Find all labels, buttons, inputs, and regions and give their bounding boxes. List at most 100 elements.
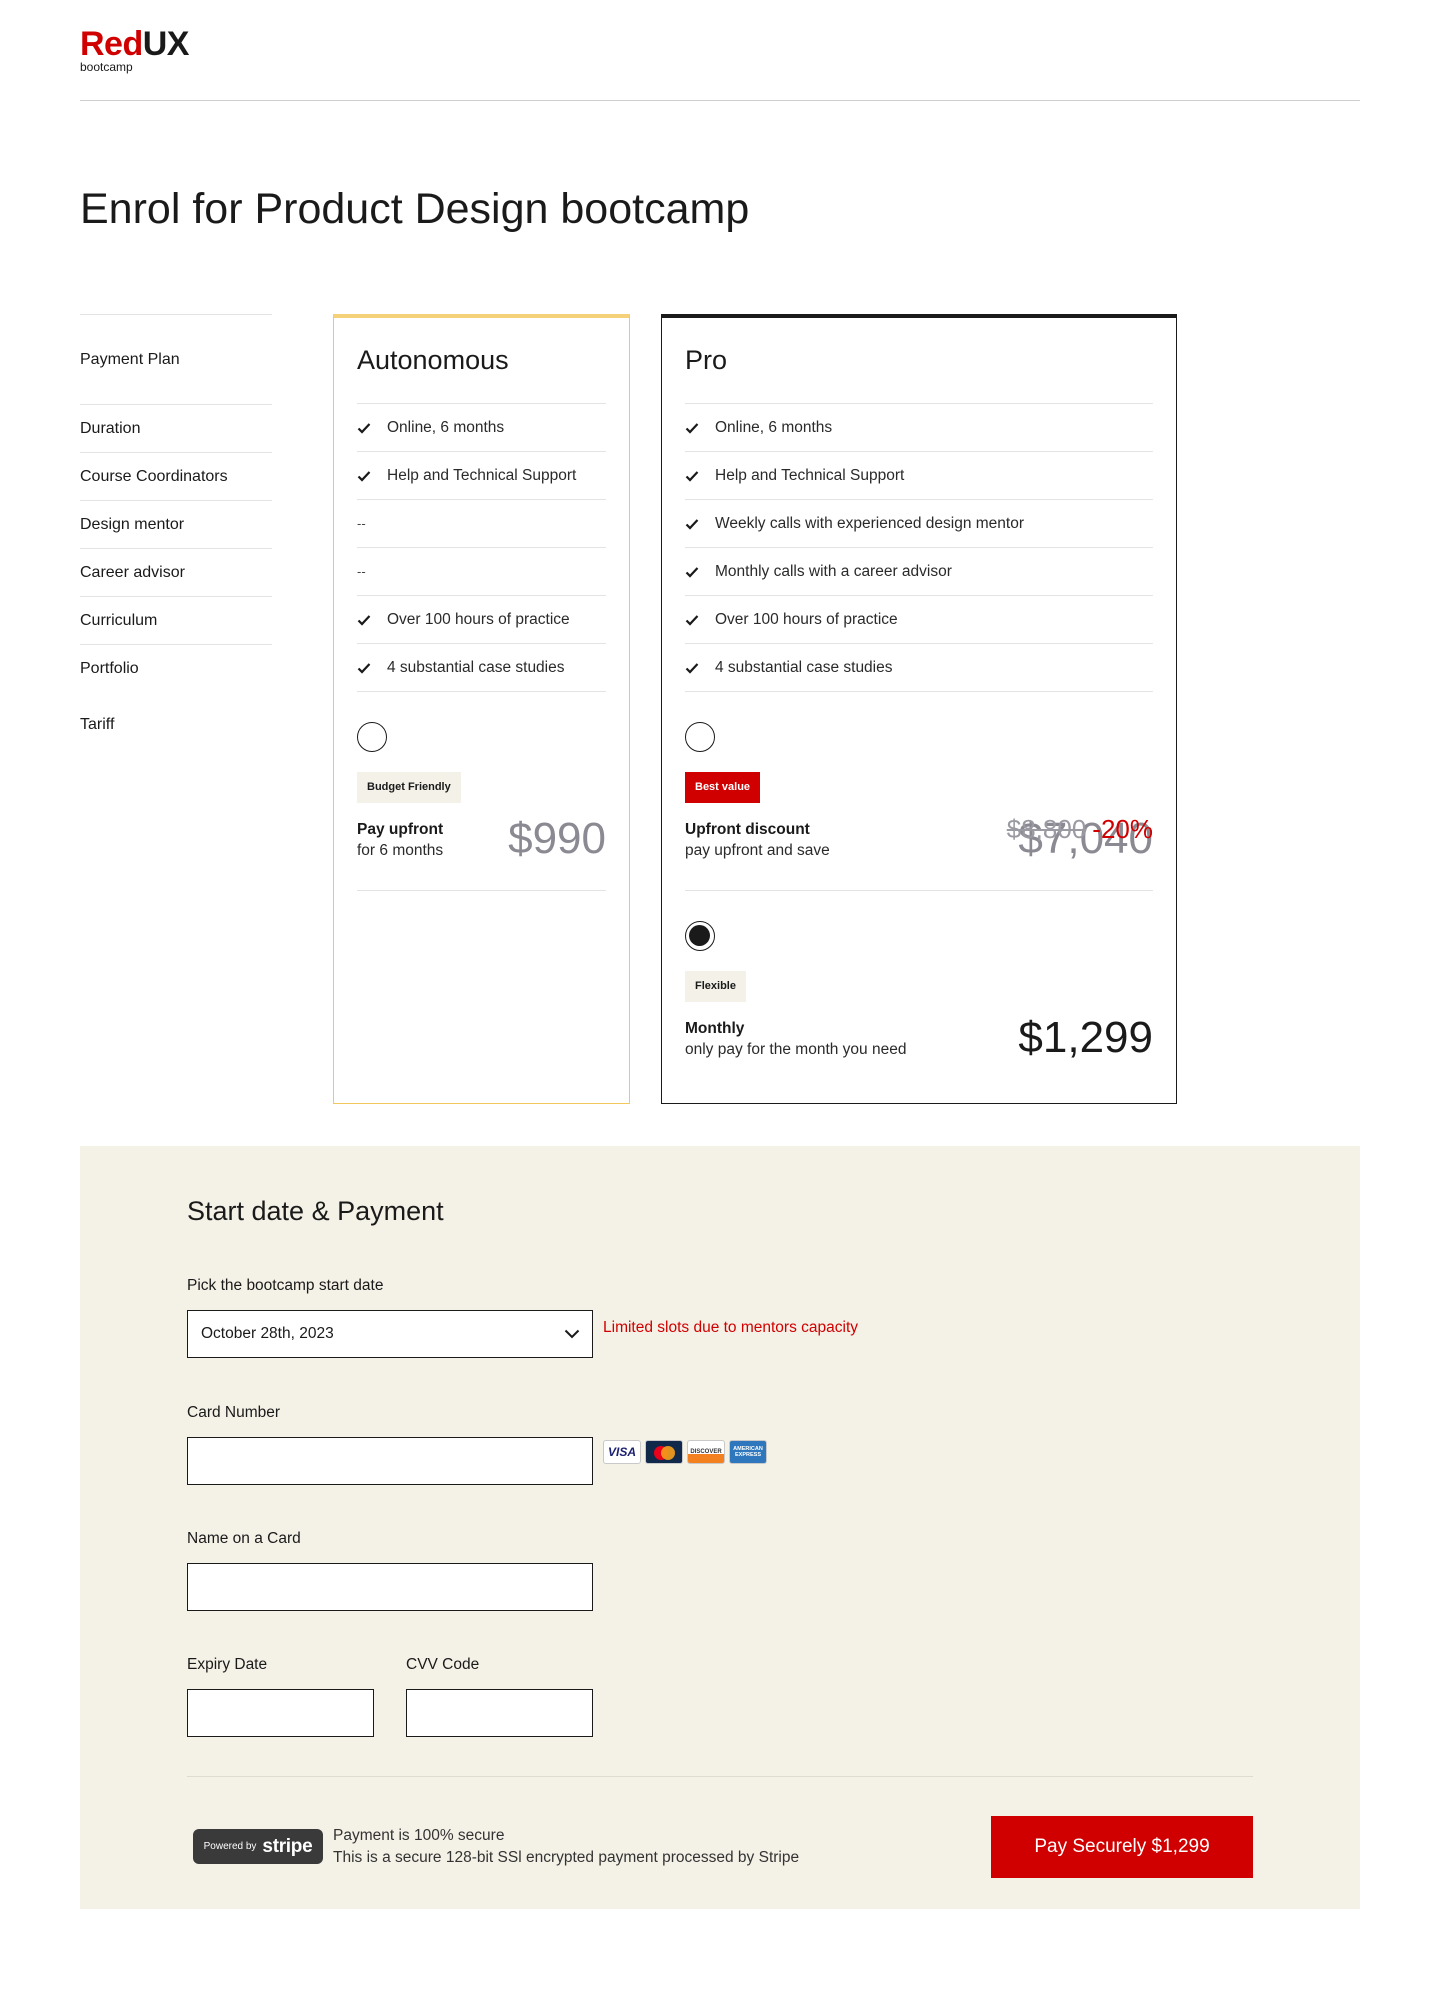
tariff-name: Upfront discount — [685, 821, 810, 838]
brand-name-red: Red — [80, 25, 143, 63]
tariff-description: for 6 months — [357, 842, 444, 859]
expiry-date-input[interactable] — [187, 1689, 374, 1737]
brand-name-dark: UX — [142, 25, 190, 63]
check-icon — [685, 566, 699, 578]
tariff-radio[interactable] — [357, 722, 387, 752]
feature-row: Over 100 hours of practice — [357, 596, 606, 644]
label-duration: Duration — [80, 405, 272, 453]
plan-card-pro[interactable]: Pro Online, 6 months Help and Technical … — [661, 314, 1177, 1104]
feature-not-included: -- — [357, 564, 366, 579]
plan-title: Autonomous — [357, 318, 606, 404]
name-on-card-input[interactable] — [187, 1563, 593, 1611]
page-title: Enrol for Product Design bootcamp — [80, 185, 750, 233]
feature-not-included: -- — [357, 516, 366, 531]
brand-logo[interactable]: RedUX bootcamp — [80, 26, 189, 73]
check-icon — [357, 614, 371, 626]
tariff-option-pay-upfront[interactable]: Budget Friendly Pay upfront for 6 months… — [357, 722, 606, 891]
label-portfolio: Portfolio — [80, 660, 139, 677]
brand-name: RedUX — [80, 26, 189, 62]
amex-icon: AMERICAN EXPRESS — [729, 1440, 767, 1464]
tariff-divider — [357, 890, 606, 891]
mastercard-icon — [645, 1440, 683, 1464]
start-date-select[interactable]: October 28th, 2023 — [187, 1310, 593, 1358]
check-icon — [685, 614, 699, 626]
check-icon — [357, 422, 371, 434]
chevron-down-icon — [564, 1329, 580, 1339]
limited-slots-note: Limited slots due to mentors capacity — [603, 1319, 859, 1336]
feature-text: 4 substantial case studies — [715, 658, 893, 676]
label-course-coordinators: Course Coordinators — [80, 453, 272, 501]
feature-row: Online, 6 months — [685, 404, 1153, 452]
feature-row: -- — [357, 548, 606, 596]
discover-icon: DISCOVER — [687, 1440, 725, 1464]
feature-row: Help and Technical Support — [357, 452, 606, 500]
payment-section: Start date & Payment Pick the bootcamp s… — [80, 1146, 1360, 1909]
feature-row: -- — [357, 500, 606, 548]
feature-row: Monthly calls with a career advisor — [685, 548, 1153, 596]
feature-row: 4 substantial case studies — [685, 644, 1153, 692]
feature-row: 4 substantial case studies — [357, 644, 606, 692]
tariff-option-monthly[interactable]: Flexible Monthly only pay for the month … — [685, 921, 1153, 1060]
card-number-label: Card Number — [187, 1404, 281, 1421]
label-tariff: Tariff — [80, 716, 115, 733]
check-icon — [685, 470, 699, 482]
tariff-tag: Budget Friendly — [357, 772, 461, 803]
feature-row: Weekly calls with experienced design men… — [685, 500, 1153, 548]
plan-card-autonomous[interactable]: Autonomous Online, 6 months Help and Tec… — [333, 314, 630, 1104]
secure-description: This is a secure 128-bit SSl encrypted p… — [333, 1849, 800, 1866]
label-curriculum: Curriculum — [80, 597, 272, 645]
cvv-input[interactable] — [406, 1689, 593, 1737]
tariff-description: pay upfront and save — [685, 842, 830, 859]
feature-text: Monthly calls with a career advisor — [715, 562, 952, 580]
cvv-label: CVV Code — [406, 1656, 480, 1673]
feature-row: Help and Technical Support — [685, 452, 1153, 500]
start-date-value: October 28th, 2023 — [201, 1325, 334, 1342]
feature-text: Help and Technical Support — [715, 466, 905, 484]
start-date-label: Pick the bootcamp start date — [187, 1277, 384, 1294]
feature-text: Online, 6 months — [387, 418, 505, 436]
secure-title: Payment is 100% secure — [333, 1827, 505, 1844]
tariff-price: $1,299 — [1018, 1013, 1153, 1062]
check-icon — [685, 422, 699, 434]
header-divider — [80, 100, 1360, 101]
feature-text: Help and Technical Support — [387, 466, 577, 484]
payment-divider — [187, 1776, 1253, 1777]
label-design-mentor: Design mentor — [80, 501, 272, 549]
tariff-name: Monthly — [685, 1020, 745, 1037]
feature-text: Over 100 hours of practice — [387, 610, 570, 628]
feature-row: Online, 6 months — [357, 404, 606, 452]
tariff-tag: Flexible — [685, 971, 746, 1002]
feature-text: Online, 6 months — [715, 418, 833, 436]
card-number-input[interactable] — [187, 1437, 593, 1485]
label-career-advisor: Career advisor — [80, 549, 272, 597]
plan-title: Pro — [685, 318, 1153, 404]
payment-title: Start date & Payment — [187, 1196, 444, 1226]
check-icon — [357, 470, 371, 482]
check-icon — [685, 518, 699, 530]
feature-text: Over 100 hours of practice — [715, 610, 898, 628]
label-payment-plan: Payment Plan — [80, 315, 272, 405]
stripe-badge: Powered by stripe — [193, 1829, 323, 1864]
pay-securely-button[interactable]: Pay Securely $1,299 — [991, 1816, 1253, 1878]
tariff-option-upfront-discount[interactable]: Best value $8,800 -20% Upfront discount p… — [685, 722, 1153, 891]
tariff-tag: Best value — [685, 772, 761, 803]
check-icon — [357, 662, 371, 674]
check-icon — [685, 662, 699, 674]
stripe-powered-by: Powered by — [203, 1841, 257, 1852]
visa-icon: VISA — [603, 1440, 641, 1464]
old-price-discount: $8,800 -20% — [1007, 814, 1153, 845]
feature-text: Weekly calls with experienced design men… — [715, 514, 1025, 532]
tariff-radio-selected[interactable] — [685, 921, 715, 951]
name-on-card-label: Name on a Card — [187, 1530, 301, 1547]
feature-row: Over 100 hours of practice — [685, 596, 1153, 644]
tariff-radio[interactable] — [685, 722, 715, 752]
card-brands: VISA DISCOVER AMERICAN EXPRESS — [603, 1440, 767, 1464]
comparison-row-labels: Payment Plan Duration Course Coordinator… — [80, 314, 272, 749]
tariff-description: only pay for the month you need — [685, 1041, 907, 1058]
expiry-date-label: Expiry Date — [187, 1656, 268, 1673]
tariff-divider — [685, 890, 1153, 891]
tariff-name: Pay upfront — [357, 821, 444, 838]
feature-text: 4 substantial case studies — [387, 658, 565, 676]
old-price: $8,800 — [1006, 814, 1087, 844]
tariff-price: $990 — [508, 814, 606, 863]
